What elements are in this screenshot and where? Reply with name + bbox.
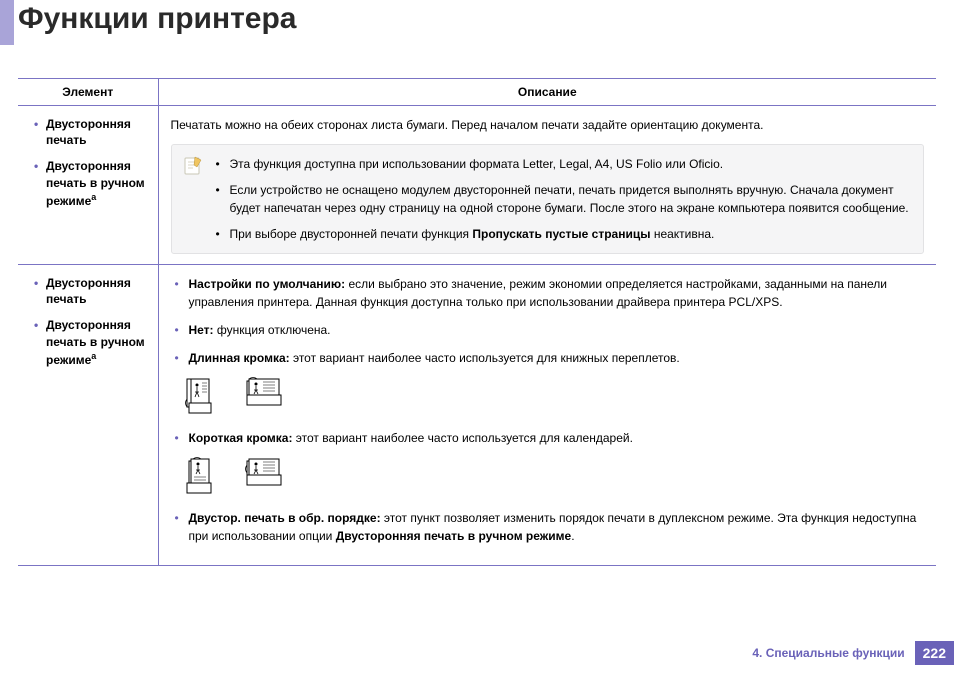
element-item: Двусторонняя печать в ручном режимеa [34,158,146,209]
element-item: Двусторонняя печать [34,275,146,307]
note-item: При выборе двусторонней печати функция П… [216,225,912,243]
content-area: Элемент Описание Двусторонняя печать Дву… [18,78,936,566]
cell-element: Двусторонняя печать Двусторонняя печать … [18,265,158,566]
bullet-item: Нет: функция отключена. [175,321,925,339]
duplex-landscape-long-icon [245,377,291,417]
duplex-landscape-short-icon [245,457,291,497]
duplex-portrait-long-icon [185,377,231,417]
footer-section: 4. Специальные функции [752,646,904,660]
note-icon [182,155,204,177]
page-footer: 4. Специальные функции 222 [752,641,954,665]
cell-element: Двусторонняя печать Двусторонняя печать … [18,106,158,265]
th-description: Описание [158,79,936,106]
th-element: Элемент [18,79,158,106]
element-item: Двусторонняя печать [34,116,146,148]
table-row: Двусторонняя печать Двусторонняя печать … [18,106,936,265]
accent-bar [0,0,14,45]
bullet-item: Короткая кромка: этот вариант наиболее ч… [175,429,925,447]
bullet-item: Длинная кромка: этот вариант наиболее ча… [175,349,925,367]
element-item: Двусторонняя печать в ручном режимеa [34,317,146,368]
page-title: Функции принтера [18,2,296,36]
row-intro: Печатать можно на обеих сторонах листа б… [171,116,925,134]
duplex-portrait-short-icon [185,457,231,497]
features-table: Элемент Описание Двусторонняя печать Дву… [18,78,936,566]
table-row: Двусторонняя печать Двусторонняя печать … [18,265,936,566]
bullet-item: Настройки по умолчанию: если выбрано это… [175,275,925,311]
cell-description: Настройки по умолчанию: если выбрано это… [158,265,936,566]
bullet-item: Двустор. печать в обр. порядке: этот пун… [175,509,925,545]
note-box: Эта функция доступна при использовании ф… [171,144,925,254]
note-item: Эта функция доступна при использовании ф… [216,155,912,173]
page-number: 222 [915,641,954,665]
illustration-long-edge [185,377,925,417]
note-item: Если устройство не оснащено модулем двус… [216,181,912,217]
cell-description: Печатать можно на обеих сторонах листа б… [158,106,936,265]
illustration-short-edge [185,457,925,497]
